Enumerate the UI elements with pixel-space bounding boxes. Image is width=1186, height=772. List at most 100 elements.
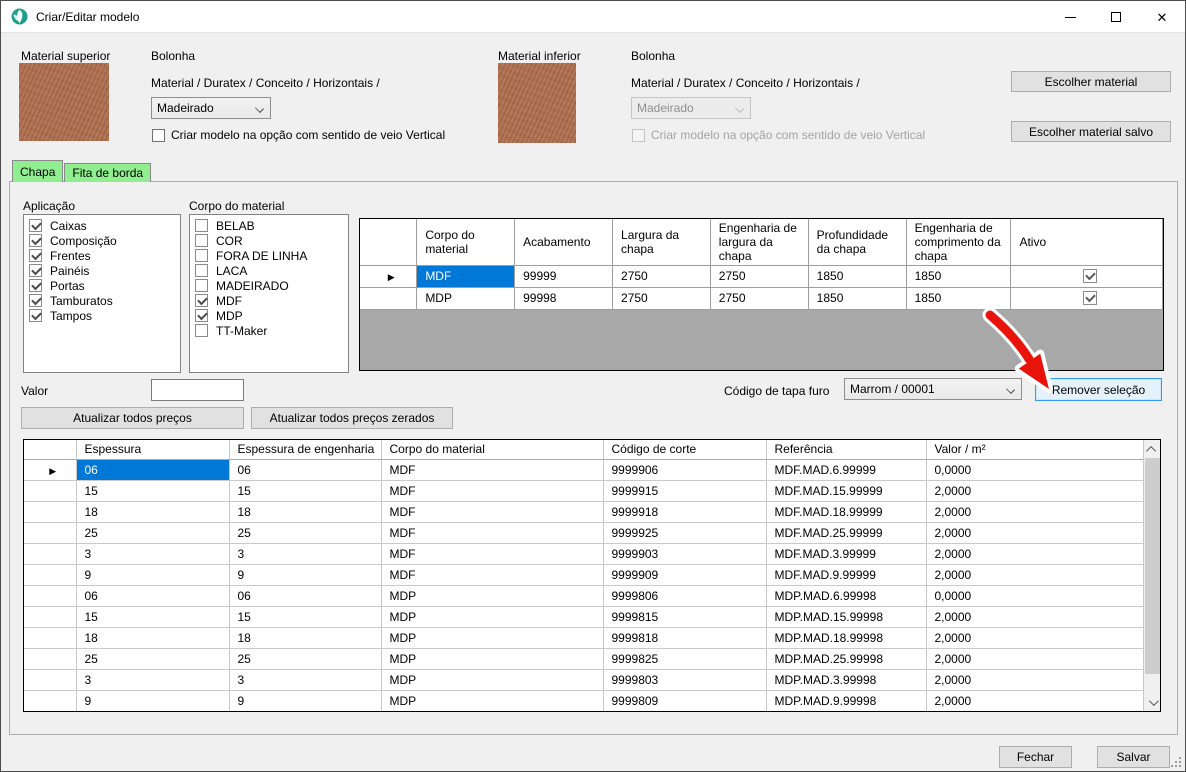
checkbox-checked-icon[interactable] (29, 219, 42, 232)
resize-grip[interactable] (1170, 756, 1182, 768)
checkbox-checked-icon[interactable] (29, 279, 42, 292)
veio-vertical-checkbox-superior[interactable]: Criar modelo na opção com sentido de vei… (152, 128, 445, 142)
grid-cell[interactable]: 18 (76, 627, 229, 648)
checklist-item-pain-is[interactable]: Painéis (24, 263, 180, 278)
checkbox-unchecked-icon[interactable] (195, 219, 208, 232)
grid-cell[interactable]: 9999925 (603, 522, 766, 543)
grid-cell[interactable]: 2,0000 (926, 627, 1143, 648)
grid-cell[interactable]: 25 (76, 648, 229, 669)
grid-cell[interactable]: MDF (381, 480, 603, 501)
grid-cell[interactable]: 06 (76, 585, 229, 606)
grid-cell[interactable]: 2750 (613, 287, 711, 309)
grid-cell[interactable]: MDF.MAD.25.99999 (766, 522, 926, 543)
checklist-item-madeirado[interactable]: MADEIRADO (190, 278, 348, 293)
ativo-cell[interactable] (1011, 265, 1163, 287)
checklist-item-tt-maker[interactable]: TT-Maker (190, 323, 348, 338)
grid-cell[interactable]: MDP.MAD.9.99998 (766, 690, 926, 711)
row-selector-cell[interactable] (24, 606, 76, 627)
checklist-item-cor[interactable]: COR (190, 233, 348, 248)
tab-chapa[interactable]: Chapa (12, 160, 63, 182)
grid-cell[interactable]: 15 (76, 480, 229, 501)
checklist-item-portas[interactable]: Portas (24, 278, 180, 293)
grid-cell[interactable]: 99998 (515, 287, 613, 309)
tapa-furo-combobox[interactable]: Marrom / 00001 (844, 378, 1022, 400)
price-row[interactable]: 2525MDF9999925MDF.MAD.25.999992,0000 (24, 522, 1143, 543)
fechar-button[interactable]: Fechar (999, 746, 1072, 768)
price-row[interactable]: 1818MDP9999818MDP.MAD.18.999982,0000 (24, 627, 1143, 648)
grid-cell[interactable]: 2,0000 (926, 669, 1143, 690)
grid-cell[interactable]: 3 (76, 669, 229, 690)
checklist-item-frentes[interactable]: Frentes (24, 248, 180, 263)
checklist-item-fora-de-linha[interactable]: FORA DE LINHA (190, 248, 348, 263)
grid-cell[interactable]: 1850 (906, 265, 1011, 287)
grid-cell[interactable]: 9999809 (603, 690, 766, 711)
grid-cell[interactable]: 3 (229, 543, 381, 564)
grid-cell[interactable]: MDP.MAD.15.99998 (766, 606, 926, 627)
grid-cell[interactable]: MDF.MAD.9.99999 (766, 564, 926, 585)
price-row[interactable]: 1515MDF9999915MDF.MAD.15.999992,0000 (24, 480, 1143, 501)
checklist-item-tamburatos[interactable]: Tamburatos (24, 293, 180, 308)
grid-cell[interactable]: 9999909 (603, 564, 766, 585)
remover-selecao-button[interactable]: Remover seleção (1035, 378, 1162, 401)
chapa-grid[interactable]: Corpo do materialAcabamentoLargura da ch… (359, 218, 1164, 371)
row-selector-cell[interactable] (360, 287, 417, 309)
grid-cell[interactable]: 9999906 (603, 459, 766, 480)
grid-cell[interactable]: MDP (417, 287, 515, 309)
grid-cell[interactable]: 9999818 (603, 627, 766, 648)
grid-cell[interactable]: 2750 (710, 287, 808, 309)
grid-cell[interactable]: 1850 (808, 287, 906, 309)
checkbox-checked-icon[interactable] (29, 309, 42, 322)
price-row[interactable]: 1515MDP9999815MDP.MAD.15.999982,0000 (24, 606, 1143, 627)
grid-cell[interactable]: 2,0000 (926, 690, 1143, 711)
atualizar-todos-precos-button[interactable]: Atualizar todos preços (21, 407, 244, 429)
checkbox-checked-icon[interactable] (1083, 269, 1097, 283)
grid-cell[interactable]: 3 (229, 669, 381, 690)
grid-cell[interactable]: 15 (76, 606, 229, 627)
grid-cell[interactable]: MDF.MAD.6.99999 (766, 459, 926, 480)
grid-cell[interactable]: 2,0000 (926, 606, 1143, 627)
grid-cell[interactable]: 9999918 (603, 501, 766, 522)
checkbox-unchecked-icon[interactable] (195, 234, 208, 247)
price-row[interactable]: 0606MDP9999806MDP.MAD.6.999980,0000 (24, 585, 1143, 606)
ativo-cell[interactable] (1011, 287, 1163, 309)
grid-cell[interactable]: MDF (381, 564, 603, 585)
grid-cell[interactable]: MDF.MAD.3.99999 (766, 543, 926, 564)
valor-input[interactable] (151, 379, 244, 401)
grid-cell[interactable]: MDP.MAD.3.99998 (766, 669, 926, 690)
close-button[interactable]: ✕ (1139, 1, 1185, 33)
grid-cell[interactable]: 9999825 (603, 648, 766, 669)
atualizar-precos-zerados-button[interactable]: Atualizar todos preços zerados (251, 407, 453, 429)
grid-cell[interactable]: 18 (229, 501, 381, 522)
grid-cell[interactable]: 9999803 (603, 669, 766, 690)
grid-cell[interactable]: 2,0000 (926, 543, 1143, 564)
grid-cell[interactable]: 06 (76, 459, 229, 480)
checklist-item-mdp[interactable]: MDP (190, 308, 348, 323)
vertical-scrollbar[interactable] (1143, 440, 1160, 711)
grid-cell[interactable]: 3 (76, 543, 229, 564)
grid-cell[interactable]: 2,0000 (926, 522, 1143, 543)
grid-cell[interactable]: 1850 (906, 287, 1011, 309)
row-selector-cell[interactable] (24, 669, 76, 690)
aplicacao-checklist[interactable]: CaixasComposiçãoFrentesPainéisPortasTamb… (23, 214, 181, 373)
grid-cell[interactable]: 9999815 (603, 606, 766, 627)
checkbox-unchecked-icon[interactable] (195, 264, 208, 277)
grid-cell[interactable]: 15 (229, 480, 381, 501)
grid-cell[interactable]: MDP.MAD.6.99998 (766, 585, 926, 606)
grid-cell[interactable]: 2,0000 (926, 648, 1143, 669)
checkbox-checked-icon[interactable] (195, 294, 208, 307)
checklist-item-tampos[interactable]: Tampos (24, 308, 180, 323)
grid-cell[interactable]: 9999806 (603, 585, 766, 606)
row-selector-cell[interactable] (24, 627, 76, 648)
scroll-up-button[interactable] (1144, 440, 1161, 458)
checkbox-checked-icon[interactable] (29, 249, 42, 262)
escolher-material-salvo-button[interactable]: Escolher material salvo (1011, 121, 1171, 142)
grid-cell[interactable]: 2,0000 (926, 480, 1143, 501)
grid-cell[interactable]: 2750 (613, 265, 711, 287)
price-row[interactable]: 33MDP9999803MDP.MAD.3.999982,0000 (24, 669, 1143, 690)
checkbox-unchecked-icon[interactable] (195, 279, 208, 292)
corpo-material-checklist[interactable]: BELABCORFORA DE LINHALACAMADEIRADOMDFMDP… (189, 214, 349, 373)
grid-cell[interactable]: 06 (229, 459, 381, 480)
row-selector-cell[interactable] (24, 501, 76, 522)
grid-cell[interactable]: 18 (229, 627, 381, 648)
price-row[interactable]: 99MDP9999809MDP.MAD.9.999982,0000 (24, 690, 1143, 711)
